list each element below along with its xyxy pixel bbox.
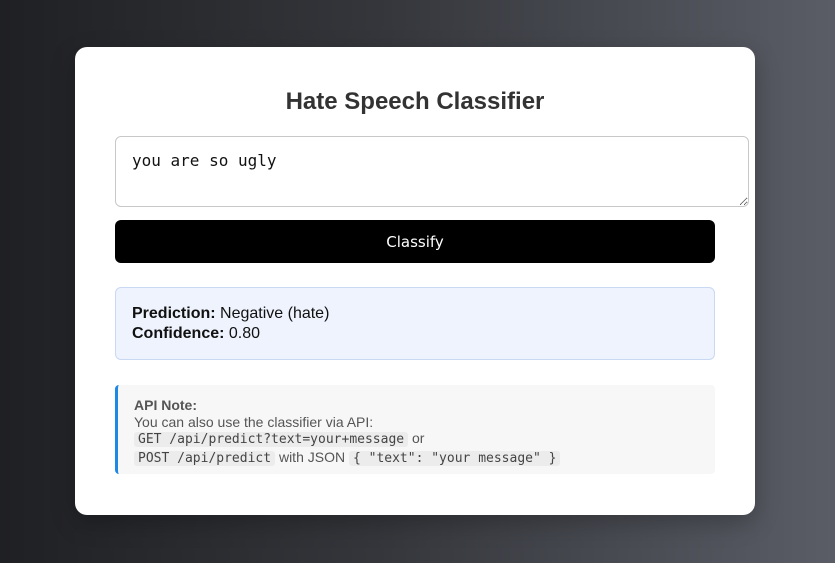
api-note: API Note: You can also use the classifie… (115, 385, 715, 474)
or-text: or (412, 430, 425, 446)
prediction-label: Prediction: (132, 305, 216, 322)
message-input[interactable]: you are so ugly (115, 136, 749, 207)
get-endpoint-code: GET /api/predict?text=your+message (134, 432, 409, 447)
classify-button[interactable]: Classify (115, 220, 715, 263)
classifier-card: Hate Speech Classifier you are so ugly C… (75, 47, 755, 515)
prediction-value: Negative (hate) (220, 305, 330, 322)
confidence-value: 0.80 (228, 325, 261, 342)
api-note-line1: You can also use the classifier via API: (134, 413, 374, 430)
with-json-text: with JSON (278, 448, 346, 465)
result-box: Prediction: Negative (hate) Confidence: … (115, 287, 715, 360)
api-note-heading: API Note: (134, 397, 197, 413)
json-body-code: { "text": "your message" } (348, 450, 561, 466)
api-note-get-line: GET /api/predict?text=your+message or (134, 430, 699, 449)
post-endpoint-code: POST /api/predict (134, 450, 276, 466)
confidence-label: Confidence: (132, 325, 225, 342)
api-note-post-line: POST /api/predict with JSON { "text": "y… (134, 449, 699, 468)
confidence-row: Confidence: 0.80 (132, 324, 698, 344)
page-title: Hate Speech Classifier (285, 88, 545, 115)
prediction-row: Prediction: Negative (hate) (132, 304, 698, 324)
